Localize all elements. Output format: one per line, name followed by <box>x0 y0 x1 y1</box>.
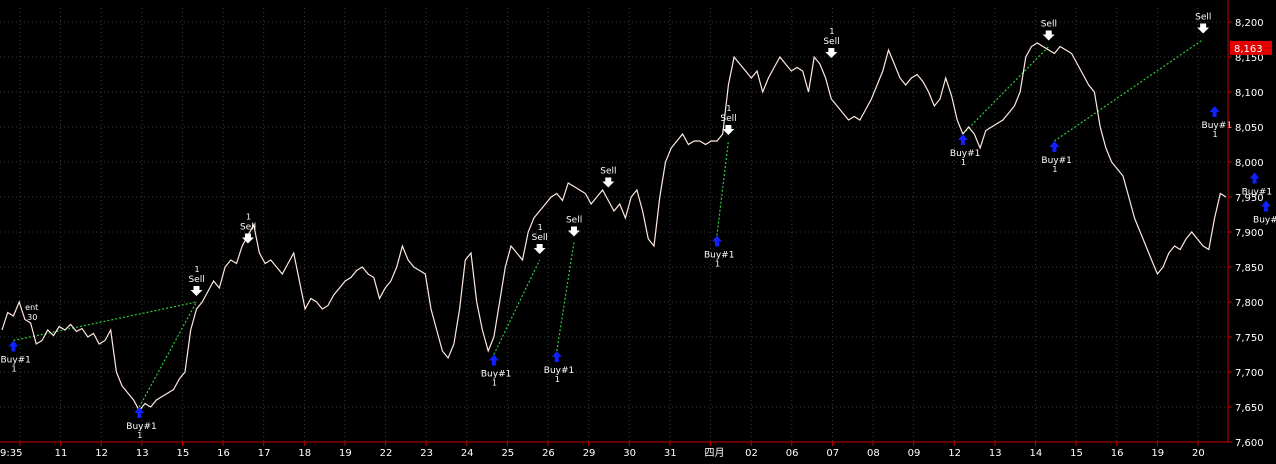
sell-arrow-icon <box>190 286 203 296</box>
x-tick-label: 15 <box>1070 448 1083 459</box>
x-tick-label: 20 <box>1192 448 1205 459</box>
buy-arrow-icon <box>134 407 145 418</box>
sell-qty: 1 <box>829 27 834 36</box>
sell-qty: 1 <box>246 213 251 222</box>
y-tick-label: 7,800 <box>1235 298 1264 309</box>
x-tick-label: 07 <box>826 448 839 459</box>
trade-lines <box>13 39 1204 408</box>
x-tick-label: 09 <box>908 448 921 459</box>
x-tick-label: 13 <box>989 448 1002 459</box>
sell-label: Sell <box>720 114 736 124</box>
trade-line <box>556 242 575 352</box>
sell-arrow-icon <box>567 226 580 237</box>
price-line <box>1 42 1227 412</box>
x-tick-label: 19 <box>1151 448 1164 459</box>
sell-label: Sell <box>1195 13 1211 23</box>
trade-line <box>13 301 197 342</box>
x-tick-label: 11 <box>55 448 68 459</box>
y-tick-label: 7,750 <box>1235 333 1264 344</box>
x-tick-label: 15 <box>176 448 189 459</box>
grid-lines <box>0 8 1228 443</box>
x-tick-label: 06 <box>786 448 799 459</box>
x-tick-label: 18 <box>298 448 311 459</box>
buy-qty: 1 <box>1052 165 1057 174</box>
sell-label: Sell <box>240 223 256 233</box>
x-tick-label: 31 <box>664 448 677 459</box>
buy-qty: 1 <box>555 375 560 384</box>
x-tick-label: 四月 <box>705 447 725 459</box>
sell-qty: 1 <box>194 265 199 274</box>
sell-qty: 1 <box>538 223 543 232</box>
last-price-label: 8,163 <box>1234 44 1263 55</box>
sell-label: Sell <box>566 216 582 226</box>
price-series <box>1 42 1227 412</box>
y-tick-label: 7,850 <box>1235 263 1264 274</box>
buy-qty: 1 <box>1213 130 1218 139</box>
trade-line <box>493 259 541 355</box>
buy-arrow-icon <box>1209 106 1220 117</box>
chart-svg: Sell1Sell1Sell1SellSellSell1Sell1SellSel… <box>0 0 1276 459</box>
axes: 7,600 7,650 7,700 7,750 7,800 7,850 7,900 7,950… <box>0 0 1272 459</box>
buy-qty: 1 <box>11 365 16 374</box>
x-tick-label: 13 <box>136 448 149 459</box>
buy-arrow-icon <box>1049 141 1060 152</box>
sell-label: Sell <box>600 167 616 177</box>
x-tick-label: 24 <box>461 448 474 459</box>
x-tick-label: 12 <box>95 448 108 459</box>
sell-arrow-icon <box>825 48 838 58</box>
buy-arrow-icon <box>551 351 562 362</box>
buy-arrow-icon <box>1249 172 1260 184</box>
x-tick-label: 29 <box>583 448 596 459</box>
buy-qty: 1 <box>961 158 966 167</box>
sell-arrow-icon <box>533 244 546 254</box>
trade-line <box>1054 39 1204 142</box>
sell-label: Sell <box>823 37 839 47</box>
x-tick-label: 17 <box>258 448 271 459</box>
x-tick-label: 14 <box>1030 448 1043 459</box>
sell-arrow-icon <box>1042 30 1055 41</box>
y-tick-label: 7,650 <box>1235 403 1264 414</box>
x-tick-label: 02 <box>745 448 758 459</box>
sell-label: Sell <box>1041 20 1057 30</box>
x-tick-label: 08 <box>867 448 880 459</box>
sell-arrow-icon <box>1197 23 1210 34</box>
x-tick-label: 30 <box>623 448 636 459</box>
sell-label: Sell <box>532 233 548 243</box>
x-tick-label: 25 <box>501 448 514 459</box>
buy-qty: 1 <box>492 379 497 388</box>
entry-qty: 30 <box>27 313 37 322</box>
x-tick-label: 9:35 <box>0 448 22 459</box>
x-tick-label: 16 <box>217 448 230 459</box>
buy-arrow-icon <box>957 134 968 145</box>
buy-qty: 1 <box>715 260 720 269</box>
buy-arrow-icon <box>488 354 499 366</box>
x-tick-label: 23 <box>420 448 433 459</box>
x-tick-label: 26 <box>542 448 555 459</box>
entry-label: ent <box>25 303 38 312</box>
sell-qty: 1 <box>726 104 731 113</box>
buy-qty: 1 <box>137 431 142 440</box>
y-tick-label: 7,950 <box>1235 193 1264 204</box>
buy-arrow-icon <box>8 340 19 352</box>
x-tick-label: 12 <box>948 448 961 459</box>
price-chart: Sell 1 Sell 1 Sell 1 Sell Sell Sell 1 Sell 1 Sell Sel… <box>0 0 1276 460</box>
y-tick-label: 8,100 <box>1235 88 1264 99</box>
y-tick-label: 8,050 <box>1235 123 1264 134</box>
x-tick-label: 16 <box>1111 448 1124 459</box>
y-tick-label: 7,700 <box>1235 368 1264 379</box>
x-tick-label: 22 <box>380 448 393 459</box>
y-tick-label: 8,000 <box>1235 158 1264 169</box>
sell-arrow-icon <box>602 177 615 188</box>
buy-label: Buy#1 <box>1253 216 1276 226</box>
y-tick-label: 8,200 <box>1235 18 1264 29</box>
y-tick-label: 7,900 <box>1235 228 1264 239</box>
buy-arrow-icon <box>711 235 722 247</box>
y-tick-label: 7,600 <box>1235 438 1264 449</box>
trade-line <box>716 140 729 236</box>
sell-label: Sell <box>188 275 204 285</box>
x-tick-label: 19 <box>339 448 352 459</box>
